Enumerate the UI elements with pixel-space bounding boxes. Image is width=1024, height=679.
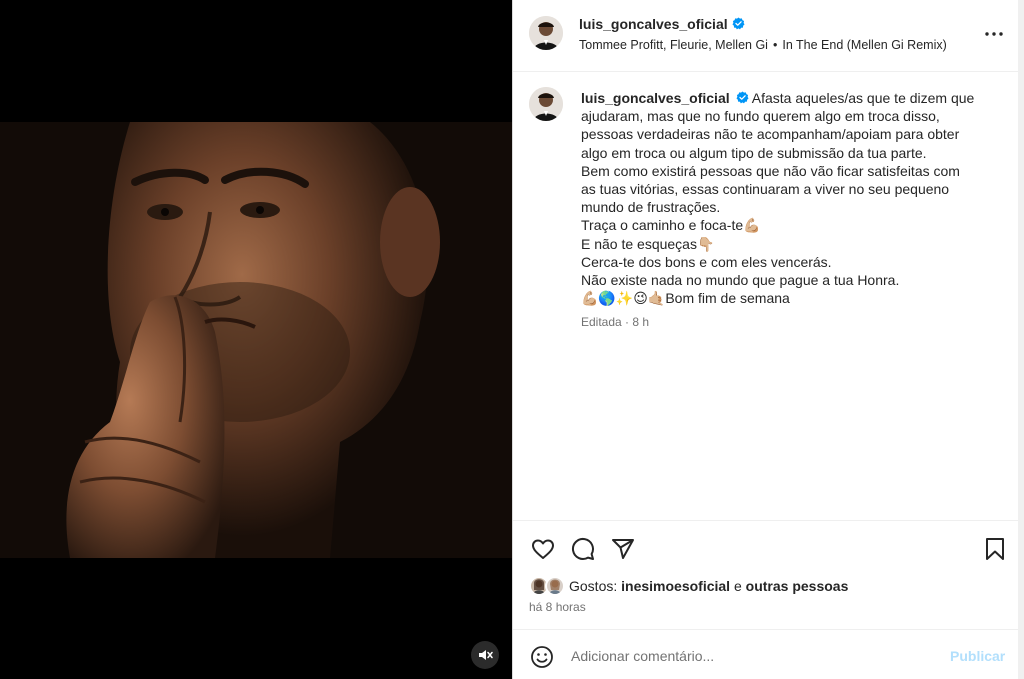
post-username[interactable]: luis_goncalves_oficial bbox=[579, 16, 745, 32]
avatar[interactable] bbox=[529, 16, 563, 50]
caption-line: algo em troca ou algum tipo de submissão… bbox=[581, 144, 927, 161]
caption-section: luis_goncalves_oficial Afasta aqueles/as… bbox=[513, 72, 1019, 520]
action-bar bbox=[513, 520, 1019, 576]
publish-button[interactable]: Publicar bbox=[950, 648, 1005, 664]
caption-line: Traça o caminho e foca-te💪🏼 bbox=[581, 217, 761, 234]
caption-line: as tuas vitórias, essas continuaram a vi… bbox=[581, 181, 950, 198]
caption-first-line: Afasta aqueles/as que te dizem que bbox=[751, 90, 975, 106]
comment-input[interactable] bbox=[571, 646, 931, 666]
audio-artists[interactable]: Tommee Profitt, Fleurie, Mellen Gi bbox=[579, 38, 768, 52]
caption-text: luis_goncalves_oficial Afasta aqueles/as… bbox=[581, 89, 1001, 307]
caption-line: 💪🏼🌎✨😉🤙🏼Bom fim de semana bbox=[581, 290, 790, 307]
verified-badge-icon bbox=[732, 17, 745, 30]
liker-avatars bbox=[529, 576, 569, 596]
caption-line: Cerca-te dos bons e com eles vencerás. bbox=[581, 253, 832, 270]
audio-separator: • bbox=[772, 38, 778, 52]
caption-line: pessoas verdadeiras não te acompanham/ap… bbox=[581, 126, 960, 143]
post-header: luis_goncalves_oficial Tommee Profitt, F… bbox=[513, 0, 1019, 72]
likes-summary[interactable]: Gostos: inesimoesoficial e outras pessoa… bbox=[529, 576, 1009, 598]
comment-bar: Publicar bbox=[513, 629, 1019, 679]
post-photo bbox=[0, 122, 512, 558]
audio-track[interactable]: In The End (Mellen Gi Remix) bbox=[782, 38, 946, 52]
share-icon[interactable] bbox=[609, 535, 637, 563]
caption-meta: Editada · 8 h bbox=[581, 315, 650, 329]
avatar[interactable] bbox=[529, 87, 563, 121]
emoji-smile-icon[interactable] bbox=[529, 644, 555, 670]
more-horizontal-icon[interactable] bbox=[983, 22, 1005, 46]
scrollbar-track[interactable] bbox=[1018, 0, 1024, 679]
likes-text: Gostos: inesimoesoficial e outras pessoa… bbox=[569, 578, 848, 594]
likes-prefix: Gostos: bbox=[569, 578, 618, 594]
bookmark-icon[interactable] bbox=[981, 535, 1009, 563]
caption-line: E não te esqueças👇🏼 bbox=[581, 235, 715, 252]
heart-icon[interactable] bbox=[529, 535, 557, 563]
caption-line: Bem como existirá pessoas que não vão fi… bbox=[581, 162, 960, 179]
post-timestamp[interactable]: há 8 horas bbox=[529, 600, 586, 614]
audio-attribution[interactable]: Tommee Profitt, Fleurie, Mellen Gi • In Th… bbox=[579, 38, 947, 52]
liker-username[interactable]: inesimoesoficial bbox=[621, 578, 730, 594]
post-panel: luis_goncalves_oficial Tommee Profitt, F… bbox=[512, 0, 1019, 679]
caption-line: mundo de frustrações. bbox=[581, 199, 721, 216]
verified-badge-icon bbox=[736, 90, 749, 104]
likes-connector: e bbox=[733, 578, 742, 594]
muted-speaker-icon[interactable] bbox=[471, 641, 499, 669]
avatar bbox=[545, 576, 565, 596]
comment-icon[interactable] bbox=[569, 535, 597, 563]
post-media[interactable] bbox=[0, 0, 512, 679]
caption-line: Não existe nada no mundo que pague a tua… bbox=[581, 272, 900, 289]
caption-line: ajudaram, mas que no fundo querem algo e… bbox=[581, 108, 940, 125]
caption-username[interactable]: luis_goncalves_oficial bbox=[581, 90, 730, 106]
username-text[interactable]: luis_goncalves_oficial bbox=[579, 16, 728, 32]
other-likers-link[interactable]: outras pessoas bbox=[746, 578, 849, 594]
